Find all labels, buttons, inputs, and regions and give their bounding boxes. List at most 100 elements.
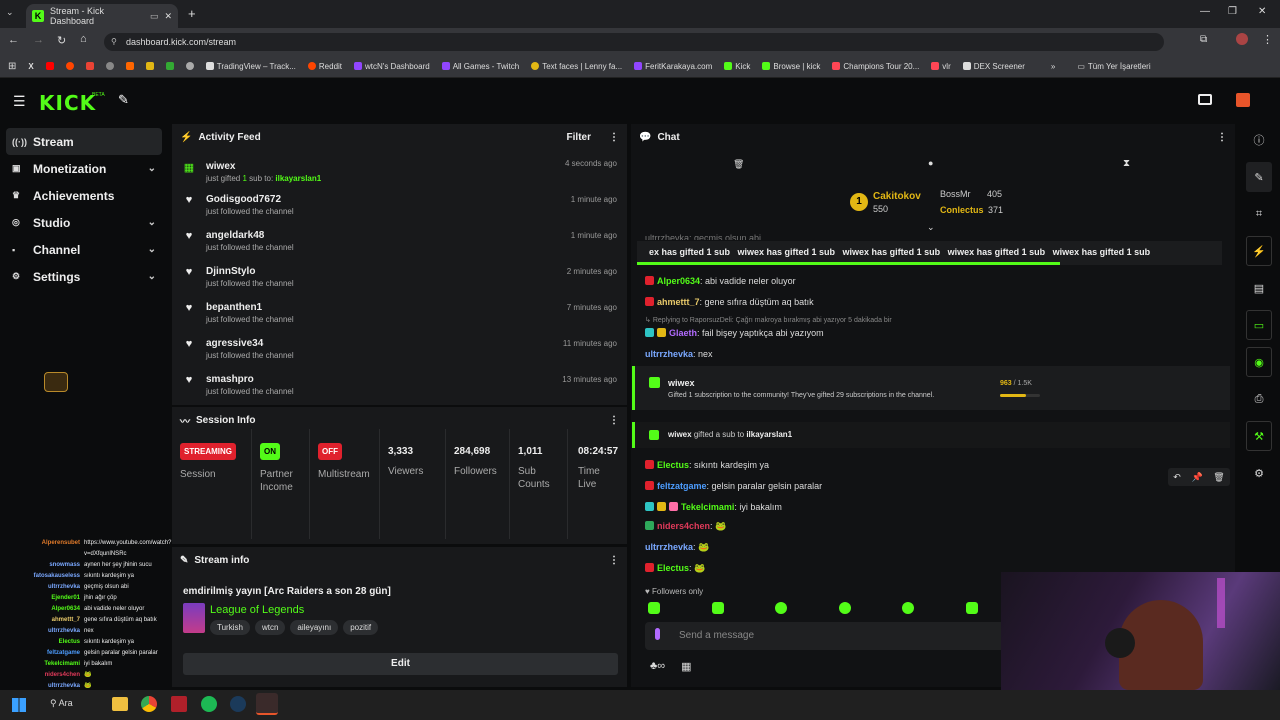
extension-icon[interactable]: ⧉ (1200, 34, 1207, 45)
third-name[interactable]: Conlectus (940, 205, 984, 215)
gmail-bookmark-icon[interactable] (85, 62, 94, 70)
reply-icon[interactable]: ↶ (1173, 472, 1181, 483)
gold-bookmark-icon[interactable] (145, 62, 154, 70)
emote-icon[interactable] (648, 602, 660, 614)
spotify-icon[interactable] (201, 696, 217, 712)
bookmark-tradingview[interactable]: TradingView – Track... (205, 62, 296, 71)
forward-icon[interactable]: → (33, 34, 44, 46)
taskbar-search[interactable]: ⚲ Ara (50, 698, 73, 709)
bookmark-wtcn-dashboard[interactable]: wtcN's Dashboard (354, 62, 430, 71)
home-icon[interactable]: ⌂ (80, 33, 87, 45)
trash-icon[interactable]: 🗑 (733, 159, 744, 170)
tag-chip[interactable]: pozitif (343, 620, 379, 635)
sidebar-item-stream[interactable]: ((·)) Stream (6, 128, 162, 155)
green-bookmark-icon[interactable] (165, 62, 174, 70)
bookmark-vlr[interactable]: vlr (931, 62, 951, 71)
chrome-icon[interactable] (141, 696, 157, 712)
chat-bubble-icon[interactable]: ● (928, 158, 933, 168)
emote-icon[interactable] (965, 602, 978, 614)
sidebar-item-achievements[interactable]: ♛ Achievements (0, 182, 170, 209)
partner-on-badge[interactable]: ON (260, 443, 280, 460)
tag-chip[interactable]: wtcn (254, 620, 286, 635)
bookmark-browse-kick[interactable]: Browse | kick (762, 62, 820, 71)
category-name[interactable]: League of Legends (210, 604, 304, 616)
chevron-down-icon[interactable]: ⌄ (148, 163, 156, 174)
reddit-small-bookmark-icon[interactable] (65, 62, 74, 70)
feed-user[interactable]: wiwex (206, 161, 321, 172)
feed-user[interactable]: DjinnStylo (206, 266, 294, 277)
tab-media-icon[interactable]: ▭ (150, 11, 159, 22)
site-info-icon[interactable]: ⚲ (111, 33, 117, 51)
obs-app-icon[interactable] (256, 693, 278, 715)
new-tab-button[interactable]: + (188, 6, 196, 21)
app-icon[interactable] (171, 696, 187, 712)
pin-icon[interactable]: 📌 (1191, 472, 1202, 483)
chevron-down-icon[interactable]: ⌄ (148, 244, 156, 255)
edit-icon[interactable]: ✎ (1246, 162, 1272, 192)
bookmarks-folder[interactable]: ▭ Tüm Yer İşaretleri (1077, 62, 1150, 71)
category-thumbnail[interactable] (183, 603, 205, 633)
tab-close-icon[interactable]: ✕ (164, 11, 172, 22)
leader-name[interactable]: Cakitokov (873, 191, 921, 202)
multistream-off-badge[interactable]: OFF (318, 443, 342, 460)
creator-tools-icon[interactable]: ✎ (118, 92, 129, 108)
sidebar-item-monetization[interactable]: ▣ Monetization ⌄ (0, 155, 170, 182)
info-icon[interactable]: ⓘ (1246, 125, 1272, 155)
back-icon[interactable]: ← (8, 34, 19, 46)
channel-avatar[interactable] (1236, 93, 1250, 107)
second-name[interactable]: BossMr (940, 189, 971, 199)
layout-toggle-icon[interactable] (1198, 94, 1212, 105)
mic-icon[interactable] (655, 628, 660, 640)
youtube-bookmark-icon[interactable] (45, 62, 54, 70)
feed-user[interactable]: angeldark48 (206, 230, 294, 241)
emote-icon[interactable] (775, 602, 788, 614)
ycombinator-bookmark-icon[interactable] (125, 62, 134, 70)
gift-card-user[interactable]: wiwex (668, 378, 695, 388)
edit-button[interactable]: Edit (183, 653, 618, 675)
bookmark-kick[interactable]: Kick (724, 62, 750, 71)
chevron-down-icon[interactable]: ⌄ (148, 271, 156, 282)
close-window-button[interactable]: ✕ (1258, 6, 1266, 17)
broadcast-icon[interactable]: ◉ (1246, 347, 1272, 377)
emote-icon[interactable] (902, 602, 915, 614)
kick-logo[interactable]: KICK (39, 91, 96, 115)
apps-icon[interactable]: ⊞ (8, 61, 16, 72)
chat-icon[interactable]: ▭ (1246, 310, 1272, 340)
settings-icon[interactable]: ⚙ (1246, 458, 1272, 488)
tag-chip[interactable]: aileyayını (290, 620, 339, 635)
screen-capture-icon[interactable]: ⌗ (1246, 199, 1272, 229)
sidebar-item-settings[interactable]: ⚙ Settings ⌄ (0, 263, 170, 290)
more-options-icon[interactable]: ⋮ (609, 555, 619, 566)
web-bookmark-icon[interactable] (185, 62, 194, 70)
maximize-button[interactable]: ❐ (1228, 6, 1237, 17)
windows-start-icon[interactable] (12, 698, 26, 712)
chat-input[interactable]: Send a message (645, 622, 1005, 650)
browser-tab[interactable]: K Stream - Kick Dashboard ▭ ✕ (26, 4, 178, 28)
url-field[interactable]: ⚲ dashboard.kick.com/stream (104, 33, 1164, 51)
printer-icon[interactable]: ⎙ (1246, 384, 1272, 414)
bookmark-reddit[interactable]: Reddit (307, 62, 342, 71)
bolt-icon[interactable]: ⚡ (1246, 236, 1272, 266)
tag-chip[interactable]: Turkish (210, 620, 250, 635)
steam-icon[interactable] (230, 696, 246, 712)
filter-button[interactable]: Filter (567, 132, 591, 143)
bookmark-feritkarakaya[interactable]: FeritKarakaya.com (634, 62, 712, 71)
emote-icon[interactable] (838, 602, 851, 614)
more-options-icon[interactable]: ⋮ (609, 415, 619, 426)
sidebar-item-channel[interactable]: ▪ Channel ⌄ (0, 236, 170, 263)
profile-avatar[interactable] (1236, 33, 1248, 45)
sidebar-item-studio[interactable]: ◎ Studio ⌄ (0, 209, 170, 236)
tab-list-button[interactable]: ⌄ (6, 7, 14, 18)
globe-bookmark-icon[interactable] (105, 62, 114, 70)
minimize-button[interactable]: — (1200, 6, 1210, 17)
store-icon[interactable]: ▦ (681, 660, 691, 673)
bookmark-champions-tour[interactable]: Champions Tour 20... (832, 62, 919, 71)
wrench-icon[interactable]: ⚒ (1246, 421, 1272, 451)
menu-icon[interactable]: ⋮ (1262, 33, 1273, 46)
emote-icon[interactable] (711, 602, 724, 614)
feed-user[interactable]: Godisgood7672 (206, 194, 294, 205)
collapse-chevron-icon[interactable]: ⌄ (927, 222, 935, 233)
more-bookmarks-icon[interactable]: » (1051, 62, 1055, 71)
more-options-icon[interactable]: ⋮ (1217, 132, 1227, 143)
bookmark-dex-screener[interactable]: DEX Screener (962, 62, 1025, 71)
